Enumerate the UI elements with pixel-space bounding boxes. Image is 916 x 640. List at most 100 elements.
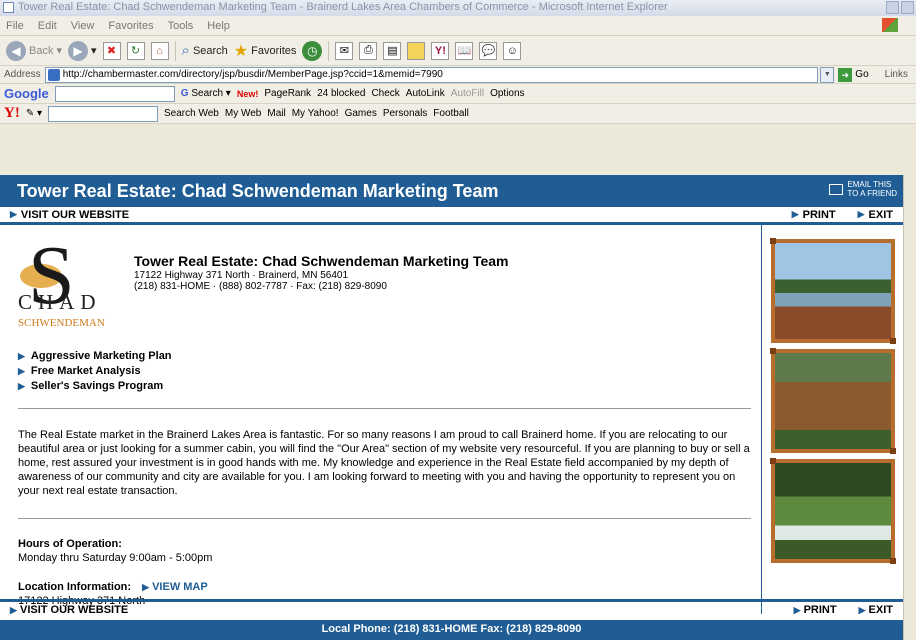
google-search-input[interactable]: [54, 85, 175, 102]
mail-button[interactable]: Mail: [267, 108, 285, 119]
menu-view[interactable]: View: [71, 20, 95, 32]
go-arrow-icon: ➜: [838, 67, 853, 82]
river-aerial-photo: [769, 458, 896, 564]
menu-edit[interactable]: Edit: [38, 20, 57, 32]
address-url: http://chambermaster.com/directory/jsp/b…: [62, 69, 443, 80]
page-title: Tower Real Estate: Chad Schwendeman Mark…: [17, 181, 499, 201]
back-arrow-icon: ◀: [6, 40, 26, 61]
feature-item: ▶ Seller's Savings Program: [18, 380, 164, 392]
address-input[interactable]: http://chambermaster.com/directory/jsp/b…: [44, 66, 819, 83]
main-column: S CHAD SCHWENDEMAN Tower Real Estate: Ch…: [0, 225, 762, 614]
exit-link[interactable]: ▶ EXIT: [858, 209, 893, 221]
view-map-link[interactable]: ▶ VIEW MAP: [142, 581, 208, 593]
ie-icon: [3, 2, 14, 13]
messenger-icon[interactable]: ☺: [503, 41, 522, 60]
business-address: 17122 Highway 371 North · Brainerd, MN 5…: [134, 270, 349, 281]
divider: [18, 408, 751, 409]
print-link[interactable]: ▶ PRINT: [794, 604, 837, 616]
menu-file[interactable]: File: [6, 20, 24, 32]
refresh-icon[interactable]: ↻: [126, 41, 145, 60]
email-friend-link[interactable]: EMAIL THIS TO A FRIEND: [829, 180, 897, 198]
edit-icon[interactable]: ▤: [383, 41, 402, 60]
autofill-button[interactable]: AutoFill: [451, 88, 484, 99]
star-icon: ★: [233, 42, 249, 60]
autolink-button[interactable]: AutoLink: [406, 88, 445, 99]
print-icon[interactable]: ⎙: [359, 41, 378, 60]
page-header: Tower Real Estate: Chad Schwendeman Mark…: [0, 175, 903, 207]
popup-blocked-count[interactable]: 24 blocked: [317, 88, 365, 99]
magnifier-icon: ⌕: [181, 42, 190, 59]
hours-section: Hours of Operation: Monday thru Saturday…: [18, 537, 751, 565]
menu-tools[interactable]: Tools: [168, 20, 194, 32]
business-description: The Real Estate market in the Brainerd L…: [18, 429, 750, 497]
photo-column: [762, 225, 903, 614]
home-icon[interactable]: ⌂: [150, 41, 169, 60]
minimize-button[interactable]: [886, 1, 899, 14]
history-icon[interactable]: ◷: [302, 40, 323, 61]
feature-item: ▶ Aggressive Marketing Plan: [18, 350, 172, 362]
stop-icon[interactable]: ✖: [102, 41, 121, 60]
windows-logo-icon: [882, 18, 898, 32]
yahoo-logo[interactable]: Y!: [4, 105, 20, 122]
personals-button[interactable]: Personals: [383, 108, 427, 119]
google-logo[interactable]: Google: [4, 86, 49, 101]
print-link[interactable]: ▶ PRINT: [792, 209, 836, 221]
log-home-photo: [769, 348, 896, 454]
window-titlebar: Tower Real Estate: Chad Schwendeman Mark…: [0, 0, 916, 16]
exit-link[interactable]: ▶ EXIT: [859, 604, 893, 616]
page-content: Tower Real Estate: Chad Schwendeman Mark…: [0, 175, 903, 640]
pagerank-button[interactable]: PageRank: [264, 88, 311, 99]
window-title: Tower Real Estate: Chad Schwendeman Mark…: [18, 1, 668, 13]
google-new-badge[interactable]: New!: [237, 89, 259, 99]
search-button[interactable]: ⌕ Search: [182, 42, 228, 59]
address-dropdown-icon[interactable]: ▼: [820, 66, 835, 83]
address-bar: Address http://chambermaster.com/directo…: [0, 66, 916, 84]
folder-icon[interactable]: [407, 41, 426, 60]
research-icon[interactable]: 📖: [455, 41, 474, 60]
discuss-icon[interactable]: 💬: [479, 41, 498, 60]
my-yahoo-button[interactable]: My Yahoo!: [292, 108, 339, 119]
address-label: Address: [4, 69, 41, 80]
standard-toolbar: ◀ Back ▾ ▶ ▾ ✖ ↻ ⌂ ⌕ Search ★ Favorites …: [0, 36, 916, 66]
menu-favorites[interactable]: Favorites: [108, 20, 153, 32]
feature-list: ▶ Aggressive Marketing Plan ▶ Free Market …: [18, 349, 751, 394]
arrow-right-icon: ▶: [10, 209, 17, 219]
pencil-icon[interactable]: ✎ ▾: [26, 108, 42, 119]
menu-help[interactable]: Help: [207, 20, 230, 32]
back-button[interactable]: ◀ Back ▾: [6, 40, 62, 61]
feature-item: ▶ Free Market Analysis: [18, 365, 141, 377]
my-web-button[interactable]: My Web: [225, 108, 262, 119]
mail-icon[interactable]: ✉: [335, 41, 354, 60]
business-name: Tower Real Estate: Chad Schwendeman Mark…: [134, 253, 509, 269]
maximize-button[interactable]: [901, 1, 914, 14]
games-button[interactable]: Games: [345, 108, 377, 119]
bottom-nav: ▶ VISIT OUR WEBSITE ▶ PRINT ▶ EXIT: [0, 599, 903, 617]
menu-bar: File Edit View Favorites Tools Help: [0, 16, 916, 36]
go-button[interactable]: ➜ Go: [838, 67, 869, 82]
forward-arrow-icon: ▶: [68, 40, 88, 61]
hours-value: Monday thru Saturday 9:00am - 5:00pm: [18, 552, 213, 564]
google-search-button[interactable]: G Search ▾: [181, 88, 231, 99]
vertical-scrollbar[interactable]: [903, 175, 916, 640]
yahoo-search-input[interactable]: [48, 105, 159, 122]
envelope-icon: [829, 183, 844, 195]
footer-contact: Local Phone: (218) 831-HOME Fax: (218) 8…: [0, 620, 903, 640]
lake-deck-photo: [769, 238, 896, 344]
visit-website-link[interactable]: ▶ VISIT OUR WEBSITE: [10, 604, 128, 616]
divider: [18, 518, 751, 519]
yahoo-messenger-icon[interactable]: Y!: [431, 41, 450, 60]
business-phones: (218) 831-HOME · (888) 802-7787 · Fax: (…: [134, 281, 387, 292]
business-profile: S CHAD SCHWENDEMAN Tower Real Estate: Ch…: [18, 229, 751, 335]
visit-website-link[interactable]: ▶ VISIT OUR WEBSITE: [10, 209, 129, 221]
search-web-button[interactable]: Search Web: [164, 108, 219, 119]
forward-button[interactable]: ▶ ▾: [68, 40, 97, 61]
football-button[interactable]: Football: [433, 108, 469, 119]
options-button[interactable]: Options: [490, 88, 524, 99]
location-label: Location Information:: [18, 581, 132, 593]
links-button[interactable]: Links: [885, 69, 908, 80]
favorites-button[interactable]: ★ Favorites: [234, 41, 297, 61]
hours-label: Hours of Operation:: [18, 538, 122, 550]
spell-check-button[interactable]: Check: [371, 88, 399, 99]
google-toolbar: Google G Search ▾ New! PageRank 24 block…: [0, 84, 916, 104]
top-nav: ▶ VISIT OUR WEBSITE ▶ PRINT ▶ EXIT: [0, 207, 903, 225]
